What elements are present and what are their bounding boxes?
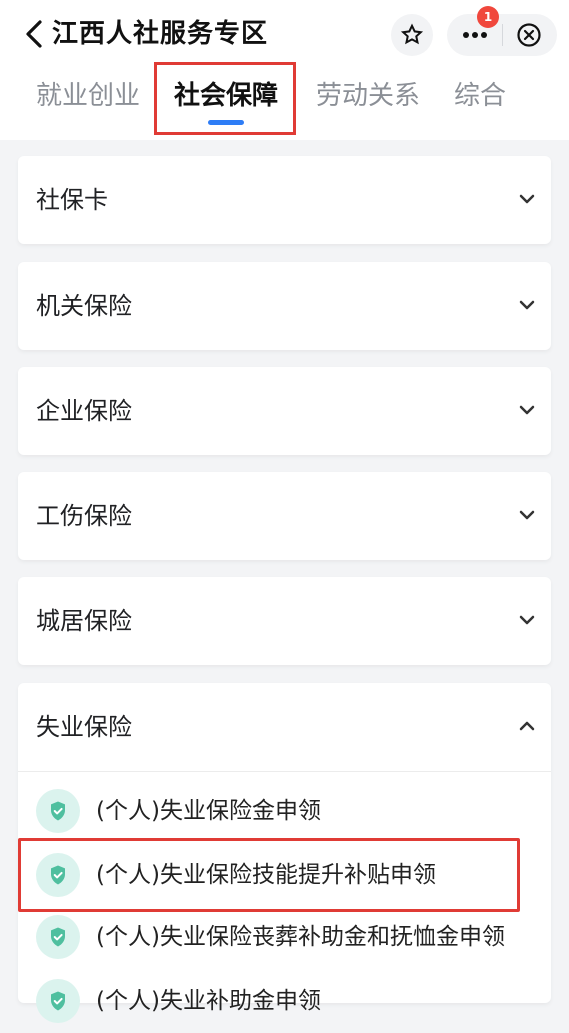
tab-laodong[interactable]: 劳动关系 [316,64,420,134]
capsule-divider [501,24,503,46]
shield-check-icon [36,915,80,959]
notification-badge: 1 [477,6,499,28]
tab-highlight-box [154,62,296,135]
menu-capsule: 1 [447,6,557,56]
more-icon [463,32,487,38]
chevron-down-icon [519,300,535,310]
shield-check-icon [36,789,80,833]
service-item[interactable]: (个人)失业补助金申领 [18,969,551,1033]
close-icon [517,23,541,47]
service-label: (个人)失业补助金申领 [96,988,321,1014]
section-title: 企业保险 [36,397,132,425]
section-title: 机关保险 [36,292,132,320]
more-button[interactable]: 1 [457,6,499,56]
back-arrow-icon [26,20,42,48]
chevron-up-icon [519,721,535,731]
service-item[interactable]: (个人)失业保险金申领 [18,779,551,843]
favorite-button[interactable] [391,14,433,56]
service-item[interactable]: (个人)失业保险丧葬补助金和抚恤金申领 [18,905,551,969]
chevron-down-icon [519,194,535,204]
section-title: 工伤保险 [36,502,132,530]
page-title: 江西人社服务专区 [52,19,269,49]
section-chengju[interactable]: 城居保险 [18,577,551,665]
section-title: 城居保险 [36,607,132,635]
service-label: (个人)失业保险金申领 [96,798,321,824]
close-button[interactable] [511,14,547,56]
section-gongshang[interactable]: 工伤保险 [18,472,551,560]
section-shebaoka[interactable]: 社保卡 [18,156,551,244]
section-title: 失业保险 [36,713,132,741]
top-actions: 1 [391,6,557,56]
chevron-down-icon [519,615,535,625]
section-title: 社保卡 [36,186,108,214]
chevron-down-icon [519,510,535,520]
service-highlight-box [18,838,520,912]
star-icon [400,23,424,45]
chevron-down-icon [519,405,535,415]
tab-zonghe[interactable]: 综合 [454,64,506,134]
service-label: (个人)失业保险丧葬补助金和抚恤金申领 [96,924,505,950]
section-jiguan[interactable]: 机关保险 [18,262,551,350]
shield-check-icon [36,979,80,1023]
section-qiye[interactable]: 企业保险 [18,367,551,455]
back-button[interactable] [18,16,52,52]
section-shiye-header[interactable]: 失业保险 [18,683,551,772]
tab-jiuye[interactable]: 就业创业 [36,64,140,134]
